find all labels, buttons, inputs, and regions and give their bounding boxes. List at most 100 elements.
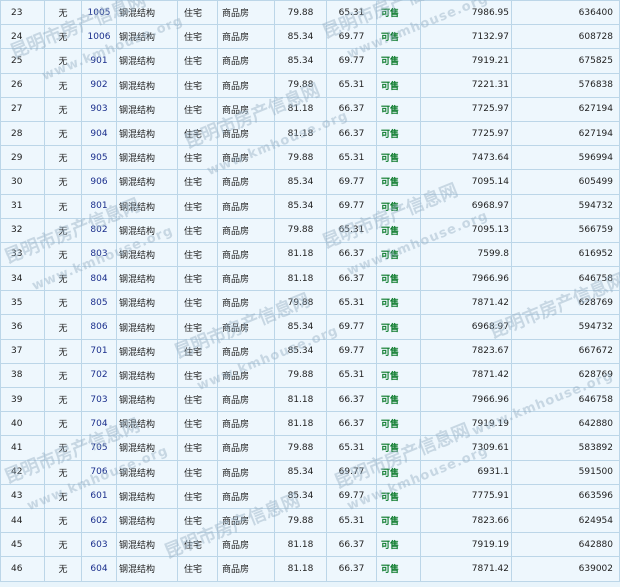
unit-price: 7919.19	[421, 412, 511, 436]
unit-label: 无	[45, 242, 81, 267]
room-number-link[interactable]: 706	[82, 460, 116, 484]
sale-status: 可售	[377, 97, 420, 121]
sale-status: 可售	[377, 267, 420, 291]
room-number-link[interactable]: 801	[82, 194, 116, 218]
room-number-link[interactable]: 1005	[82, 1, 116, 25]
table-row: 24 无 1006 钢混结构 住宅 商品房 85.34 69.77 可售 7132.97 60872…	[1, 25, 619, 49]
sale-status: 可售	[377, 170, 420, 194]
property-type: 商品房	[218, 73, 274, 97]
total-price: 624954	[512, 508, 619, 533]
structure-type: 钢混结构	[117, 412, 177, 436]
floor-area: 85.34	[275, 170, 326, 194]
inner-area: 69.77	[327, 194, 376, 218]
room-number-link[interactable]: 901	[82, 49, 116, 73]
table-row: 44 无 602 钢混结构 住宅 商品房 79.88 65.31 可售 7823.66 624954	[1, 508, 619, 533]
unit-price: 7966.96	[421, 267, 511, 291]
room-number-link[interactable]: 704	[82, 412, 116, 436]
floor-area: 81.18	[275, 242, 326, 267]
inner-area: 69.77	[327, 339, 376, 363]
room-number-link[interactable]: 703	[82, 388, 116, 412]
structure-type: 钢混结构	[117, 291, 177, 315]
unit-label: 无	[45, 484, 81, 508]
table-row: 36 无 806 钢混结构 住宅 商品房 85.34 69.77 可售 6968.97 594732	[1, 315, 619, 339]
sale-status: 可售	[377, 218, 420, 242]
row-index: 29	[1, 146, 44, 170]
floor-area: 79.88	[275, 363, 326, 387]
usage-type: 住宅	[178, 25, 217, 49]
row-index: 40	[1, 412, 44, 436]
room-number-link[interactable]: 906	[82, 170, 116, 194]
unit-label: 无	[45, 121, 81, 146]
total-price: 646758	[512, 267, 619, 291]
usage-type: 住宅	[178, 121, 217, 146]
row-index: 38	[1, 363, 44, 387]
structure-type: 钢混结构	[117, 242, 177, 267]
property-type: 商品房	[218, 49, 274, 73]
room-number-link[interactable]: 902	[82, 73, 116, 97]
room-number-link[interactable]: 705	[82, 436, 116, 460]
unit-price: 7221.31	[421, 73, 511, 97]
structure-type: 钢混结构	[117, 49, 177, 73]
property-type: 商品房	[218, 267, 274, 291]
room-number-link[interactable]: 904	[82, 121, 116, 146]
sale-status: 可售	[377, 49, 420, 73]
room-number-link[interactable]: 905	[82, 146, 116, 170]
room-number-link[interactable]: 701	[82, 339, 116, 363]
unit-label: 无	[45, 315, 81, 339]
inner-area: 69.77	[327, 170, 376, 194]
row-index: 42	[1, 460, 44, 484]
unit-label: 无	[45, 97, 81, 121]
table-row: 41 无 705 钢混结构 住宅 商品房 79.88 65.31 可售 7309.61 583892	[1, 436, 619, 460]
room-number-link[interactable]: 604	[82, 557, 116, 581]
unit-label: 无	[45, 146, 81, 170]
property-type: 商品房	[218, 194, 274, 218]
usage-type: 住宅	[178, 484, 217, 508]
total-price: 675825	[512, 49, 619, 73]
room-number-link[interactable]: 805	[82, 291, 116, 315]
inner-area: 66.37	[327, 557, 376, 581]
property-type: 商品房	[218, 412, 274, 436]
usage-type: 住宅	[178, 146, 217, 170]
total-price: 667672	[512, 339, 619, 363]
room-number-link[interactable]: 603	[82, 533, 116, 557]
room-number-link[interactable]: 601	[82, 484, 116, 508]
usage-type: 住宅	[178, 194, 217, 218]
unit-price: 7725.97	[421, 121, 511, 146]
sale-status: 可售	[377, 484, 420, 508]
inner-area: 69.77	[327, 49, 376, 73]
unit-price: 6968.97	[421, 315, 511, 339]
property-type: 商品房	[218, 121, 274, 146]
inner-area: 69.77	[327, 460, 376, 484]
structure-type: 钢混结构	[117, 388, 177, 412]
property-type: 商品房	[218, 508, 274, 533]
room-number-link[interactable]: 903	[82, 97, 116, 121]
sale-status: 可售	[377, 194, 420, 218]
property-type: 商品房	[218, 170, 274, 194]
total-price: 627194	[512, 97, 619, 121]
unit-price: 7095.13	[421, 218, 511, 242]
room-number-link[interactable]: 802	[82, 218, 116, 242]
room-number-link[interactable]: 803	[82, 242, 116, 267]
unit-price: 7775.91	[421, 484, 511, 508]
unit-label: 无	[45, 557, 81, 581]
unit-price: 7986.95	[421, 1, 511, 25]
table-row: 46 无 604 钢混结构 住宅 商品房 81.18 66.37 可售 7871.42 639002	[1, 557, 619, 581]
structure-type: 钢混结构	[117, 484, 177, 508]
usage-type: 住宅	[178, 508, 217, 533]
room-number-link[interactable]: 602	[82, 508, 116, 533]
table-row: 39 无 703 钢混结构 住宅 商品房 81.18 66.37 可售 7966.96 646758	[1, 388, 619, 412]
structure-type: 钢混结构	[117, 194, 177, 218]
structure-type: 钢混结构	[117, 97, 177, 121]
room-number-link[interactable]: 702	[82, 363, 116, 387]
row-index: 46	[1, 557, 44, 581]
table-row: 25 无 901 钢混结构 住宅 商品房 85.34 69.77 可售 7919.21 675825	[1, 49, 619, 73]
total-price: 566759	[512, 218, 619, 242]
structure-type: 钢混结构	[117, 267, 177, 291]
floor-area: 85.34	[275, 25, 326, 49]
inner-area: 66.37	[327, 121, 376, 146]
room-number-link[interactable]: 1006	[82, 25, 116, 49]
usage-type: 住宅	[178, 363, 217, 387]
room-number-link[interactable]: 804	[82, 267, 116, 291]
room-number-link[interactable]: 806	[82, 315, 116, 339]
table-row: 42 无 706 钢混结构 住宅 商品房 85.34 69.77 可售 6931.1 591500	[1, 460, 619, 484]
